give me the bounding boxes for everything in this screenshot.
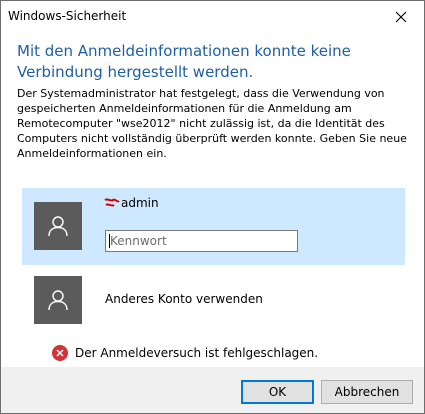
close-icon <box>395 11 407 23</box>
text-caret <box>109 234 110 248</box>
cancel-button[interactable]: Abbrechen <box>321 380 413 404</box>
other-account-label: Anderes Konto verwenden <box>105 292 263 306</box>
error-message: Der Anmeldeversuch ist fehlgeschlagen. <box>75 346 319 360</box>
avatar <box>34 202 82 250</box>
close-button[interactable] <box>378 1 424 33</box>
ok-button[interactable]: OK <box>241 380 314 404</box>
account-tile-admin[interactable]: admin <box>22 188 405 265</box>
error-x-glyph <box>56 349 64 357</box>
user-icon <box>48 290 68 311</box>
window-title: Windows-Sicherheit <box>8 9 127 23</box>
title-bar: Windows-Sicherheit <box>1 1 424 33</box>
user-icon <box>48 216 68 237</box>
password-field[interactable] <box>105 230 298 252</box>
error-icon <box>52 345 68 361</box>
dialog-description: Der Systemadministrator hat festgelegt, … <box>17 87 407 160</box>
username-label: admin <box>121 196 159 210</box>
account-tile-other[interactable]: Anderes Konto verwenden <box>22 272 405 332</box>
avatar <box>34 276 82 324</box>
error-message-row: Der Anmeldeversuch ist fehlgeschlagen. <box>52 345 318 361</box>
redacted-mark-icon <box>104 198 120 207</box>
username-row: admin <box>104 196 159 210</box>
button-bar: OK Abbrechen <box>1 367 424 413</box>
windows-security-dialog: Windows-Sicherheit Mit den Anmeldeinform… <box>0 0 425 414</box>
dialog-heading: Mit den Anmeldeinformationen konnte kein… <box>17 42 351 81</box>
